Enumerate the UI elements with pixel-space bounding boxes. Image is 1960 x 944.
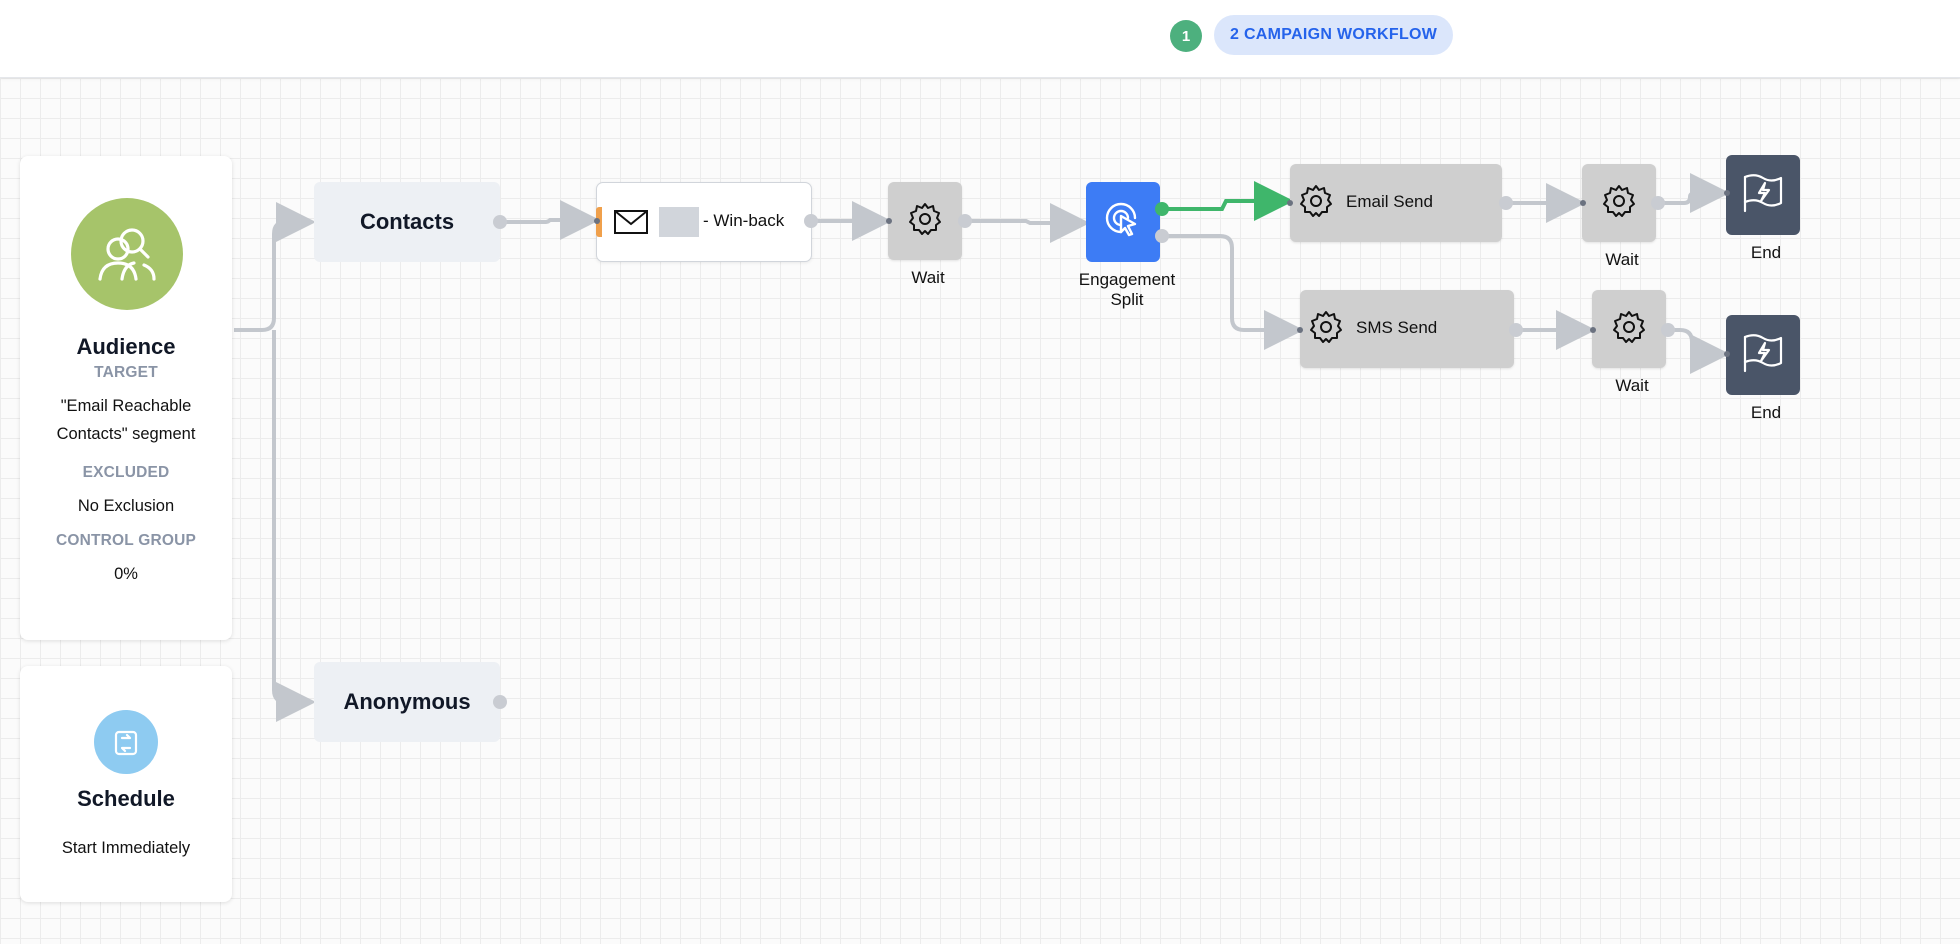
email-output-port[interactable] bbox=[804, 214, 818, 228]
schedule-value: Start Immediately bbox=[61, 839, 191, 857]
target-value-line2: Contacts" segment bbox=[56, 425, 196, 443]
edge-split-emailsend bbox=[1162, 181, 1294, 221]
wait-3-input-dot bbox=[1590, 327, 1596, 333]
contacts-output-port[interactable] bbox=[493, 215, 507, 229]
schedule-card[interactable]: Schedule Start Immediately bbox=[20, 666, 232, 902]
split-yes-port[interactable] bbox=[1155, 202, 1169, 216]
email-input-dot bbox=[594, 218, 600, 224]
step-campaign-workflow-tab[interactable]: 2 CAMPAIGN WORKFLOW bbox=[1214, 15, 1454, 55]
split-caption-line2: Split bbox=[1110, 290, 1144, 309]
wait-node-2[interactable] bbox=[1582, 164, 1656, 242]
email-send-input-dot bbox=[1287, 200, 1293, 206]
gear-icon bbox=[1308, 309, 1344, 350]
gear-icon bbox=[1611, 309, 1647, 350]
anonymous-group-node[interactable]: Anonymous bbox=[314, 662, 500, 742]
target-value-line1: "Email Reachable bbox=[60, 397, 192, 415]
sms-send-node[interactable]: SMS Send bbox=[1300, 290, 1514, 368]
end-2-input-dot bbox=[1724, 351, 1730, 357]
step-number-badge[interactable]: 1 bbox=[1170, 20, 1202, 52]
contacts-group-node[interactable]: Contacts bbox=[314, 182, 500, 262]
edge-audience-contacts bbox=[234, 202, 316, 332]
control-group-value: 0% bbox=[114, 565, 138, 583]
audience-card[interactable]: Audience TARGET "Email Reachable Contact… bbox=[20, 156, 232, 640]
end-1-input-dot bbox=[1724, 190, 1730, 196]
end-node-2[interactable] bbox=[1726, 315, 1800, 395]
gear-icon bbox=[907, 201, 943, 242]
wait-node-3[interactable] bbox=[1592, 290, 1666, 368]
anonymous-output-port[interactable] bbox=[493, 695, 507, 709]
flag-icon bbox=[1739, 329, 1787, 382]
edge-wait-split bbox=[966, 203, 1090, 243]
sms-send-label: SMS Send bbox=[1356, 318, 1438, 337]
email-send-label: Email Send bbox=[1346, 192, 1433, 211]
email-send-node[interactable]: Email Send bbox=[1290, 164, 1502, 242]
edge-contacts-email bbox=[500, 200, 600, 240]
click-icon bbox=[1101, 198, 1145, 247]
sms-send-output-port[interactable] bbox=[1509, 323, 1523, 337]
email-thumbnail bbox=[659, 207, 699, 237]
flag-icon bbox=[1739, 169, 1787, 222]
end-1-caption: End bbox=[1750, 243, 1782, 262]
split-no-port[interactable] bbox=[1155, 229, 1169, 243]
edge-wait-end-top bbox=[1658, 173, 1730, 213]
audience-icon bbox=[71, 198, 183, 310]
wait-1-input-dot bbox=[886, 218, 892, 224]
gear-icon bbox=[1298, 183, 1334, 224]
sms-send-input-dot bbox=[1297, 327, 1303, 333]
engagement-split-node[interactable] bbox=[1086, 182, 1160, 262]
workflow-edges bbox=[234, 173, 1730, 722]
end-2-caption: End bbox=[1750, 403, 1782, 422]
excluded-value: No Exclusion bbox=[77, 497, 175, 515]
schedule-icon bbox=[94, 710, 158, 774]
split-caption-line1: Engagement bbox=[1078, 270, 1176, 289]
wait-node-1[interactable] bbox=[888, 182, 962, 260]
schedule-title: Schedule bbox=[77, 786, 175, 811]
edge-split-sms bbox=[1162, 234, 1304, 350]
wait-3-caption: Wait bbox=[1615, 376, 1649, 395]
edge-wait-end-bottom bbox=[1670, 328, 1730, 374]
email-node-label: - Win-back bbox=[703, 211, 785, 230]
wait-2-input-dot bbox=[1580, 200, 1586, 206]
audience-title: Audience bbox=[76, 334, 176, 359]
end-node-1[interactable] bbox=[1726, 155, 1800, 235]
wait-3-output-port[interactable] bbox=[1661, 323, 1675, 337]
wait-1-caption: Wait bbox=[911, 268, 945, 287]
envelope-icon bbox=[613, 207, 649, 242]
gear-icon bbox=[1601, 183, 1637, 224]
wait-2-output-port[interactable] bbox=[1651, 196, 1665, 210]
edge-audience-anonymous bbox=[272, 330, 316, 722]
wait-2-caption: Wait bbox=[1605, 250, 1639, 269]
email-node[interactable]: - Win-back bbox=[596, 182, 812, 262]
control-group-label: CONTROL GROUP bbox=[55, 532, 197, 549]
wait-1-output-port[interactable] bbox=[958, 214, 972, 228]
top-bar: 1 2 CAMPAIGN WORKFLOW bbox=[0, 0, 1960, 78]
target-label: TARGET bbox=[94, 364, 158, 381]
excluded-label: EXCLUDED bbox=[82, 464, 170, 481]
email-send-output-port[interactable] bbox=[1499, 196, 1513, 210]
